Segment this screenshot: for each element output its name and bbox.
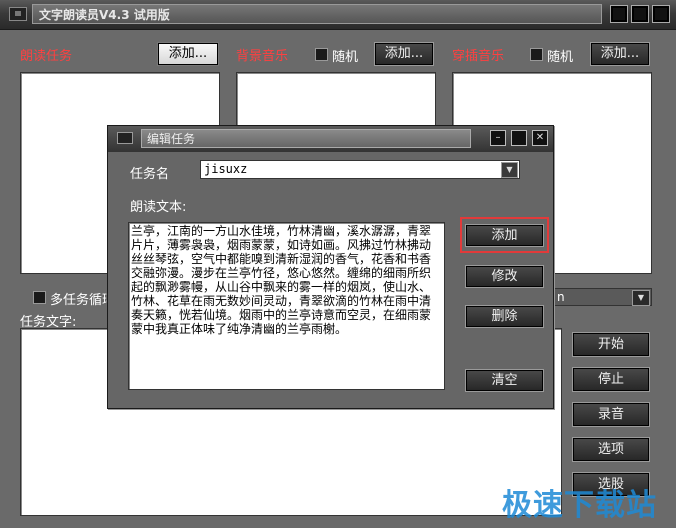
record-button[interactable]: 录音 xyxy=(572,402,650,427)
dialog-modify-button[interactable]: 修改 xyxy=(465,265,544,288)
task-name-label: 任务名 xyxy=(130,167,170,182)
read-text-area[interactable]: 兰亭，江南的一方山水佳境，竹林清幽，溪水潺潺，青翠片片，薄雾袅袅，烟雨蒙蒙，如诗… xyxy=(128,222,445,390)
voice-select-value: n xyxy=(557,290,565,304)
voice-select[interactable]: n ▼ xyxy=(554,288,652,306)
dialog-add-button[interactable]: 添加 xyxy=(465,224,544,247)
insert-music-random-checkbox[interactable] xyxy=(530,48,543,61)
dialog-close-button[interactable]: ✕ xyxy=(532,130,548,146)
read-task-label: 朗读任务 xyxy=(20,49,73,64)
dropdown-arrow-icon[interactable]: ▼ xyxy=(501,162,518,178)
insert-music-label: 穿插音乐 xyxy=(452,49,505,64)
read-task-add-button[interactable]: 添加... xyxy=(157,42,219,66)
app-monitor-icon xyxy=(9,7,27,21)
insert-music-random-label: 随机 xyxy=(547,50,574,65)
edit-task-dialog: 编辑任务 – ✕ 任务名 jisuxz ▼ 朗读文本: 兰亭，江南的一方山水佳境… xyxy=(107,125,554,409)
window-title: 文字朗读员V4.3 试用版 xyxy=(32,4,602,24)
dialog-delete-button[interactable]: 删除 xyxy=(465,305,544,328)
insert-music-add-button[interactable]: 添加... xyxy=(590,42,650,66)
multi-task-loop-checkbox[interactable] xyxy=(33,291,46,304)
bg-music-add-button[interactable]: 添加... xyxy=(374,42,434,66)
maximize-button[interactable] xyxy=(631,5,649,23)
bg-music-random-label: 随机 xyxy=(332,50,359,65)
dialog-title: 编辑任务 xyxy=(141,129,471,148)
dialog-maximize-button[interactable] xyxy=(511,130,527,146)
read-text-label: 朗读文本: xyxy=(130,200,187,215)
bg-music-random-checkbox[interactable] xyxy=(315,48,328,61)
task-name-combo[interactable]: jisuxz ▼ xyxy=(200,160,520,179)
minimize-button[interactable] xyxy=(610,5,628,23)
options-button[interactable]: 选项 xyxy=(572,437,650,462)
stop-button[interactable]: 停止 xyxy=(572,367,650,392)
task-name-value: jisuxz xyxy=(204,162,248,176)
watermark-text: 极速下载站 xyxy=(502,488,657,523)
multi-task-loop-label: 多任务循环 xyxy=(50,293,116,308)
dialog-clear-button[interactable]: 清空 xyxy=(465,369,544,392)
dialog-monitor-icon xyxy=(117,132,133,144)
dialog-minimize-button[interactable]: – xyxy=(490,130,506,146)
start-button[interactable]: 开始 xyxy=(572,332,650,357)
close-button[interactable] xyxy=(652,5,670,23)
dropdown-arrow-icon[interactable]: ▼ xyxy=(632,290,650,306)
bg-music-label: 背景音乐 xyxy=(236,49,289,64)
